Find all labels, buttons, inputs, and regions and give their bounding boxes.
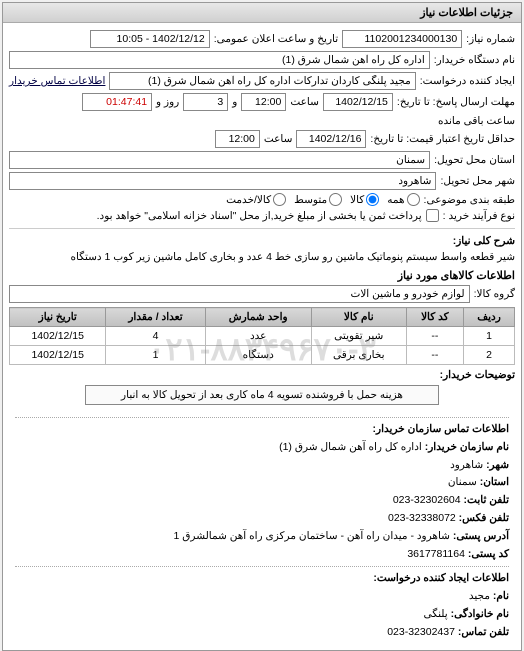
panel-title: جزئیات اطلاعات نیاز [3, 3, 521, 23]
items-table: ردیف کد کالا نام کالا واحد شمارش تعداد /… [9, 307, 515, 365]
radio-medium[interactable]: متوسط [294, 193, 342, 206]
validity-label: حداقل تاریخ اعتبار قیمت: تا تاریخ: [370, 133, 515, 145]
creator-field[interactable] [109, 72, 415, 90]
days-label: روز و [156, 96, 179, 108]
buyer-contact-header: اطلاعات تماس سازمان خریدار: [15, 417, 509, 438]
subject-label: شرح کلی نیاز: [453, 235, 515, 247]
class-label: طبقه بندی موضوعی: [424, 194, 515, 206]
province-label: استان محل تحویل: [434, 154, 515, 166]
creator-contact-header: اطلاعات ایجاد کننده درخواست: [15, 566, 509, 587]
req-no-field[interactable] [342, 30, 462, 48]
radio-service[interactable]: کالا/خدمت [226, 193, 286, 206]
reply-time-field[interactable] [241, 93, 286, 111]
time-label-1: ساعت [290, 96, 319, 108]
validity-time-field[interactable] [215, 130, 260, 148]
table-row[interactable]: 2 -- بخاری برقی دستگاه 1 1402/12/15 [10, 346, 515, 365]
process-label: نوع فرآیند خرید : [443, 210, 515, 222]
process-checkbox[interactable] [426, 209, 439, 222]
process-note: پرداخت ثمن یا بخشی از مبلغ خرید,از محل "… [97, 210, 422, 222]
countdown-suffix: ساعت باقی مانده [438, 115, 515, 127]
buyer-notes-label: توضیحات خریدار: [440, 369, 515, 381]
group-label: گروه کالا: [474, 288, 515, 300]
days-and: و [232, 96, 237, 108]
city-label: شهر محل تحویل: [440, 175, 515, 187]
th-unit: واحد شمارش [205, 308, 311, 327]
th-row: ردیف [464, 308, 515, 327]
announce-label: تاریخ و ساعت اعلان عمومی: [214, 33, 338, 45]
creator-label: ایجاد کننده درخواست: [420, 75, 515, 87]
contact-section: اطلاعات تماس سازمان خریدار: نام سازمان خ… [9, 409, 515, 646]
class-radio-group: همه کالا متوسط کالا/خدمت [226, 193, 419, 206]
subject-value: شیر قطعه واسط سیستم پنوماتیک ماشین رو سا… [70, 251, 515, 263]
buyer-notes-box: هزینه حمل با فروشنده تسویه 4 ماه کاری بع… [85, 385, 439, 405]
province-field[interactable] [9, 151, 430, 169]
radio-goods[interactable]: کالا [350, 193, 379, 206]
th-code: کد کالا [406, 308, 463, 327]
validity-date-field[interactable] [296, 130, 366, 148]
table-row[interactable]: 1 -- شیر تقویتی عدد 4 1402/12/15 [10, 327, 515, 346]
radio-all[interactable]: همه [387, 193, 419, 206]
time-label-2: ساعت [264, 133, 293, 145]
days-field[interactable] [183, 93, 228, 111]
group-field[interactable] [9, 285, 470, 303]
reply-date-field[interactable] [323, 93, 393, 111]
org-field[interactable] [9, 51, 430, 69]
countdown-field [82, 93, 152, 111]
city-field[interactable] [9, 172, 436, 190]
th-qty: تعداد / مقدار [106, 308, 205, 327]
org-label: نام دستگاه خریدار: [434, 54, 515, 66]
th-name: نام کالا [311, 308, 406, 327]
details-panel: جزئیات اطلاعات نیاز شماره نیاز: تاریخ و … [2, 2, 522, 651]
announce-field[interactable] [90, 30, 210, 48]
reply-deadline-label: مهلت ارسال پاسخ: تا تاریخ: [397, 96, 515, 108]
req-no-label: شماره نیاز: [466, 33, 515, 45]
contact-link[interactable]: اطلاعات تماس خریدار [9, 75, 105, 87]
goods-section-title: اطلاعات کالاهای مورد نیاز [9, 269, 515, 282]
th-date: تاریخ نیاز [10, 308, 106, 327]
